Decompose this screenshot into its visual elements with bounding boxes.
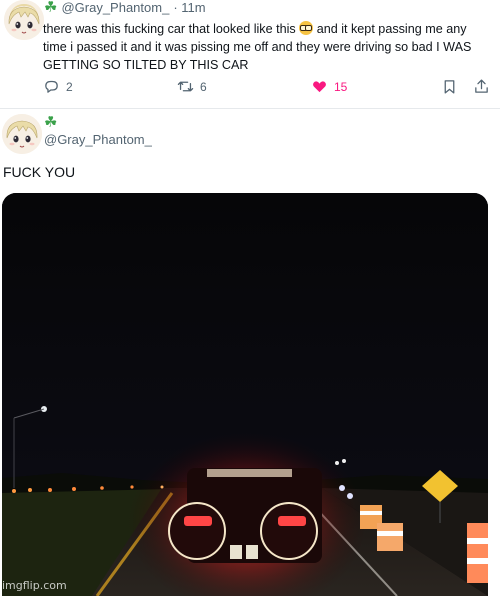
- like-button[interactable]: 15: [311, 78, 347, 95]
- anime-avatar-icon: [4, 0, 44, 40]
- timestamp[interactable]: · 11m: [173, 0, 205, 15]
- heart-icon: [313, 81, 326, 93]
- reply-count: 2: [66, 79, 73, 94]
- like-count: 15: [334, 79, 348, 94]
- user-handle[interactable]: @Gray_Phantom_: [61, 0, 169, 15]
- reply-user-handle[interactable]: @Gray_Phantom_: [44, 132, 152, 147]
- bookmark-icon: [444, 80, 455, 94]
- four-leaf-clover-icon: ☘: [44, 114, 58, 131]
- reply-button[interactable]: 2: [43, 78, 73, 95]
- share-icon: [475, 79, 488, 93]
- reply-text: FUCK YOU: [3, 164, 76, 180]
- share-button[interactable]: [473, 78, 490, 95]
- nerd-face-emoji-icon: [299, 21, 314, 35]
- tweet-media-image[interactable]: [2, 193, 488, 596]
- anime-avatar-icon: [2, 114, 42, 154]
- night-highway-car-photo: [2, 193, 488, 596]
- divider: [0, 108, 500, 109]
- tweet-header: ☘ @Gray_Phantom_ · 11m: [44, 0, 206, 15]
- tweet-text-part-1: there was this fucking car that looked l…: [43, 22, 300, 36]
- views-button[interactable]: [441, 78, 458, 95]
- reply-icon: [45, 80, 58, 93]
- tweet-text: there was this fucking car that looked l…: [43, 20, 493, 74]
- imgflip-watermark: imgflip.com: [2, 579, 67, 592]
- retweet-count: 6: [200, 79, 207, 94]
- avatar[interactable]: [4, 0, 44, 40]
- retweet-icon: [177, 81, 194, 92]
- retweet-button[interactable]: 6: [177, 78, 207, 95]
- reply-header: ☘ @Gray_Phantom_: [44, 115, 152, 147]
- reply-avatar[interactable]: [2, 114, 42, 154]
- four-leaf-clover-icon: ☘: [44, 0, 58, 16]
- tweet-actions: 2 6 15: [43, 78, 488, 98]
